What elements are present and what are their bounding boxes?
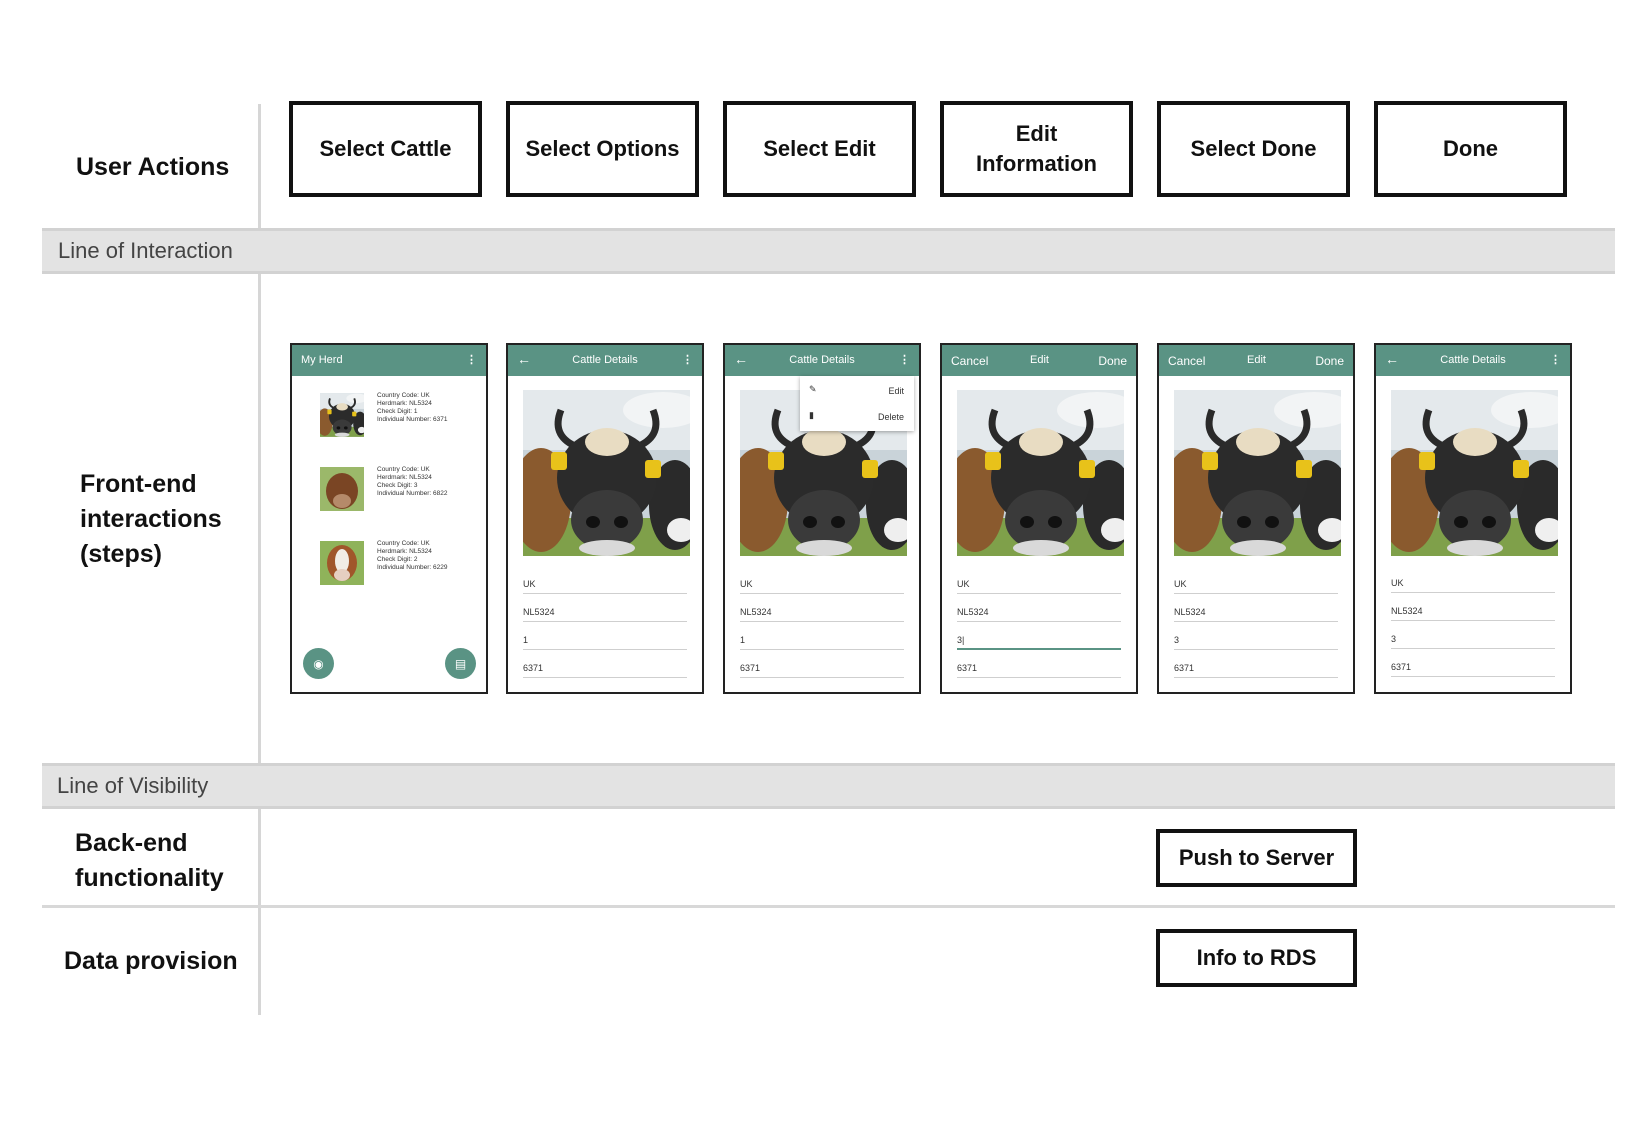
phone-edit-updated: Cancel Edit Done UK NL5324 3 6371 — [1157, 343, 1355, 694]
action-select-done: Select Done — [1157, 101, 1350, 197]
row-label-data-provision: Data provision — [64, 947, 238, 975]
line-of-interaction-label: Line of Interaction — [58, 238, 233, 263]
menu-item-delete[interactable]: ▮ Delete — [800, 404, 914, 430]
action-select-cattle: Select Cattle — [289, 101, 482, 197]
phone-cattle-details-menu: ← Cattle Details ⋮ ✎ Edit ▮ Delete UK NL… — [723, 343, 921, 694]
line-of-visibility-label: Line of Visibility — [57, 773, 209, 798]
divider-vertical-bottom — [258, 809, 261, 1015]
appbar-title: Edit — [1247, 354, 1266, 366]
country-code-field[interactable]: UK — [1174, 572, 1338, 594]
divider-vertical-middle — [258, 274, 261, 764]
country-code-field[interactable]: UK — [957, 572, 1121, 594]
country-code-field[interactable]: UK — [1391, 571, 1555, 593]
appbar-title: Cattle Details — [789, 354, 855, 366]
appbar-title: Edit — [1030, 354, 1049, 366]
divider-vertical-top — [258, 104, 261, 228]
list-item[interactable]: Country Code: UK Herdmark: NL5324 Check … — [320, 540, 480, 589]
appbar-title: Cattle Details — [1440, 354, 1506, 366]
row-label-user-actions: User Actions — [76, 153, 230, 181]
cattle-info: Country Code: UK Herdmark: NL5324 Check … — [377, 392, 448, 423]
list-item[interactable]: Country Code: UK Herdmark: NL5324 Check … — [320, 466, 480, 515]
phone-cattle-details: ← Cattle Details ⋮ UK NL5324 1 6371 — [506, 343, 704, 694]
camera-icon[interactable]: ◉ — [303, 648, 334, 679]
check-digit-field[interactable]: 1 — [740, 628, 904, 650]
menu-item-edit-label: Edit — [888, 386, 904, 396]
cow-photo — [957, 390, 1124, 556]
done-button[interactable]: Done — [1098, 354, 1127, 368]
phone-cattle-details-done: ← Cattle Details ⋮ UK NL5324 3 6371 — [1374, 343, 1572, 694]
herdmark-field[interactable]: NL5324 — [1391, 599, 1555, 621]
check-digit-field[interactable]: 3| — [957, 628, 1121, 650]
row-label-backend: Back-end functionality — [75, 829, 224, 892]
individual-number-field[interactable]: 6371 — [523, 656, 687, 678]
cow-photo — [1391, 390, 1558, 556]
cow-thumbnail — [320, 393, 364, 437]
individual-number-field[interactable]: 6371 — [740, 656, 904, 678]
appbar: My Herd ⋮ — [292, 345, 486, 376]
divider-horizontal — [42, 905, 1615, 908]
check-digit-field[interactable]: 1 — [523, 628, 687, 650]
cow-photo — [1174, 390, 1341, 556]
kebab-icon[interactable]: ⋮ — [682, 353, 693, 366]
herdmark-field[interactable]: NL5324 — [957, 600, 1121, 622]
kebab-icon[interactable]: ⋮ — [466, 353, 477, 366]
cow-photo — [523, 390, 690, 556]
add-file-icon[interactable]: ▤ — [445, 648, 476, 679]
cancel-button[interactable]: Cancel — [951, 354, 988, 368]
appbar: ← Cattle Details ⋮ — [508, 345, 702, 376]
individual-number-field[interactable]: 6371 — [1174, 656, 1338, 678]
appbar-title: My Herd — [301, 354, 343, 366]
done-button[interactable]: Done — [1315, 354, 1344, 368]
row-label-frontend: Front-end interactions (steps) — [80, 470, 222, 568]
cow-thumbnail — [320, 541, 364, 585]
edit-icon: ✎ — [809, 384, 817, 394]
menu-item-edit[interactable]: ✎ Edit — [800, 378, 914, 404]
herdmark-field[interactable]: NL5324 — [523, 600, 687, 622]
check-digit-field[interactable]: 3 — [1391, 627, 1555, 649]
appbar: ← Cattle Details ⋮ — [725, 345, 919, 376]
kebab-icon[interactable]: ⋮ — [1550, 353, 1561, 366]
country-code-field[interactable]: UK — [740, 572, 904, 594]
action-select-options: Select Options — [506, 101, 699, 197]
appbar: Cancel Edit Done — [1159, 345, 1353, 376]
phone-my-herd: My Herd ⋮ Country Code: UK Herdmark: NL5… — [290, 343, 488, 694]
individual-number-field[interactable]: 6371 — [957, 656, 1121, 678]
check-digit-field[interactable]: 3 — [1174, 628, 1338, 650]
line-of-interaction-band — [42, 228, 1615, 274]
options-menu: ✎ Edit ▮ Delete — [800, 376, 914, 431]
action-edit-information: Edit Information — [940, 101, 1133, 197]
action-select-edit: Select Edit — [723, 101, 916, 197]
herdmark-field[interactable]: NL5324 — [1174, 600, 1338, 622]
push-to-server-box: Push to Server — [1156, 829, 1357, 887]
line-of-visibility-band — [42, 763, 1615, 809]
cow-thumbnail — [320, 467, 364, 511]
individual-number-field[interactable]: 6371 — [1391, 655, 1555, 677]
kebab-icon[interactable]: ⋮ — [899, 353, 910, 366]
action-done: Done — [1374, 101, 1567, 197]
country-code-field[interactable]: UK — [523, 572, 687, 594]
appbar: ← Cattle Details ⋮ — [1376, 345, 1570, 376]
menu-item-delete-label: Delete — [877, 412, 904, 422]
trash-icon: ▮ — [809, 410, 814, 420]
phone-edit-active: Cancel Edit Done UK NL5324 3| 6371 — [940, 343, 1138, 694]
cattle-info: Country Code: UK Herdmark: NL5324 Check … — [377, 540, 448, 571]
herdmark-field[interactable]: NL5324 — [740, 600, 904, 622]
cattle-info: Country Code: UK Herdmark: NL5324 Check … — [377, 466, 448, 497]
info-to-rds-box: Info to RDS — [1156, 929, 1357, 987]
cancel-button[interactable]: Cancel — [1168, 354, 1205, 368]
appbar: Cancel Edit Done — [942, 345, 1136, 376]
list-item[interactable]: Country Code: UK Herdmark: NL5324 Check … — [320, 392, 480, 441]
appbar-title: Cattle Details — [572, 354, 638, 366]
